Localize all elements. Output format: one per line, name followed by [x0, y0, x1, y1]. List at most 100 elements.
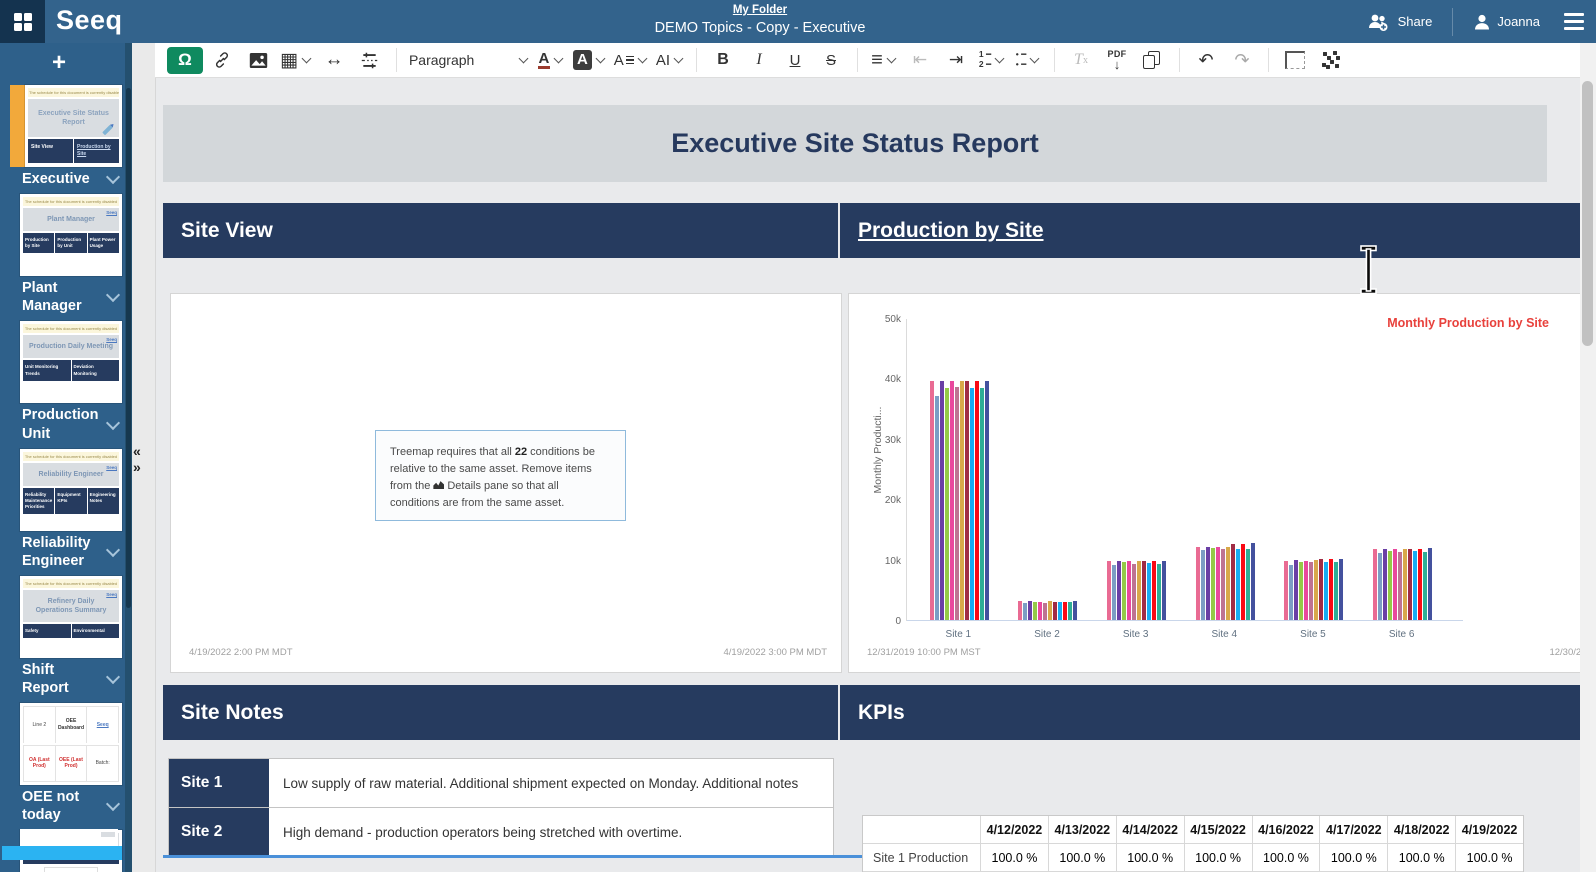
chevron-down-icon[interactable]	[106, 543, 120, 557]
bar-feb[interactable]	[1023, 603, 1027, 621]
bar-jun[interactable]	[1398, 552, 1402, 621]
document-canvas[interactable]: Executive Site Status Report Site View P…	[155, 78, 1580, 872]
bar-sep[interactable]	[1147, 563, 1151, 621]
bar-mar[interactable]	[1294, 560, 1298, 621]
pdf-export-button[interactable]: PDF	[1100, 46, 1134, 74]
bar-jun[interactable]	[955, 387, 959, 621]
bar-jan[interactable]	[930, 381, 934, 621]
bar-may[interactable]	[1127, 561, 1131, 621]
section-header-site-view[interactable]: Site View	[163, 203, 838, 258]
production-by-site-link[interactable]: Production by Site	[858, 219, 1044, 243]
border-style-button[interactable]	[1278, 46, 1312, 74]
bar-nov[interactable]	[1334, 562, 1338, 621]
bar-apr[interactable]	[1211, 548, 1215, 621]
share-button[interactable]: Share	[1360, 0, 1439, 43]
copy-document-button[interactable]	[1136, 46, 1170, 74]
bar-aug[interactable]	[965, 381, 969, 621]
sidebar-item-label-row[interactable]: Executive	[22, 170, 120, 188]
page-thumbnail[interactable]: The schedule for this document is curren…	[20, 576, 122, 658]
bar-feb[interactable]	[1201, 550, 1205, 621]
sidebar-item-label-row[interactable]: Reliability Engineer	[22, 534, 120, 570]
chevron-down-icon[interactable]	[106, 415, 120, 429]
bar-dec[interactable]	[1428, 548, 1432, 621]
page-scrollbar[interactable]	[1579, 43, 1596, 872]
kpi-table[interactable]: 4/12/20224/13/20224/14/20224/15/20224/16…	[862, 815, 1524, 872]
app-launcher-button[interactable]	[0, 0, 45, 43]
bar-apr[interactable]	[1122, 562, 1126, 621]
bar-jul[interactable]	[1403, 549, 1407, 621]
site-note-text[interactable]: Low supply of raw material. Additional s…	[269, 759, 833, 807]
sidebar-item-label-row[interactable]: Production Unit	[22, 406, 120, 442]
bar-nov[interactable]	[1068, 602, 1072, 621]
redo-button[interactable]	[1225, 46, 1259, 74]
bar-jul[interactable]	[960, 381, 964, 621]
bar-oct[interactable]	[1329, 559, 1333, 621]
sidebar-item-label-row[interactable]: Plant Manager	[22, 279, 120, 315]
insert-image-button[interactable]	[241, 46, 275, 74]
bar-aug[interactable]	[1408, 549, 1412, 621]
section-header-production-by-site[interactable]: Production by Site	[840, 203, 1580, 258]
sidebar-item-oee-not-today[interactable]: Line 2OEE DashboardSeeqOA (Last Prod)OEE…	[0, 703, 132, 824]
bar-nov[interactable]	[980, 388, 984, 621]
seeq-link[interactable]: Seeq	[106, 465, 117, 471]
full-width-toggle-button[interactable]	[317, 46, 351, 74]
bar-mar[interactable]	[1117, 561, 1121, 621]
bar-nov[interactable]	[1423, 552, 1427, 621]
page-break-button[interactable]	[353, 46, 387, 74]
sidebar-scrollbar[interactable]	[125, 43, 132, 872]
user-menu[interactable]: Joanna	[1467, 0, 1546, 43]
bar-oct[interactable]	[1063, 602, 1067, 621]
bar-nov[interactable]	[1246, 549, 1250, 621]
sidebar-item-reliability-engineer[interactable]: The schedule for this document is curren…	[0, 449, 132, 570]
bar-may[interactable]	[1393, 549, 1397, 621]
bar-apr[interactable]	[1033, 602, 1037, 621]
link-button[interactable]	[205, 46, 239, 74]
bar-nov[interactable]	[1157, 564, 1161, 621]
add-page-button[interactable]: +	[0, 43, 132, 79]
partial-page-thumbnail[interactable]	[20, 829, 118, 846]
font-size-button[interactable]: A	[611, 46, 651, 74]
bar-mar[interactable]	[1028, 601, 1032, 621]
bold-button[interactable]: B	[706, 46, 740, 74]
bullet-list-button[interactable]	[1011, 46, 1045, 74]
insert-seeq-content-button[interactable]	[167, 47, 203, 74]
bar-may[interactable]	[1304, 561, 1308, 621]
bar-jan[interactable]	[1373, 549, 1377, 621]
bar-sep[interactable]	[1413, 551, 1417, 621]
italic-button[interactable]: I	[742, 46, 776, 74]
chevron-down-icon[interactable]	[106, 797, 120, 811]
background-pattern-button[interactable]	[1314, 46, 1348, 74]
sidebar-item-shift-report[interactable]: The schedule for this document is curren…	[0, 576, 132, 697]
bar-oct[interactable]	[1418, 549, 1422, 621]
line-height-button[interactable]: AI	[653, 46, 687, 74]
bar-jul[interactable]	[1226, 547, 1230, 621]
bar-aug[interactable]	[1319, 559, 1323, 621]
page-thumbnail[interactable]: The schedule for this document is curren…	[20, 449, 122, 531]
outdent-button[interactable]	[903, 46, 937, 74]
site-notes-table[interactable]: Site 1Low supply of raw material. Additi…	[168, 758, 834, 857]
bar-apr[interactable]	[945, 388, 949, 621]
bar-dec[interactable]	[1339, 559, 1343, 621]
page-thumbnail[interactable]: The schedule for this document is curren…	[25, 85, 122, 167]
site-note-text[interactable]: High demand - production operators being…	[269, 808, 833, 856]
paragraph-style-dropdown[interactable]: Paragraph	[406, 46, 532, 74]
bar-jan[interactable]	[1196, 547, 1200, 621]
section-header-kpis[interactable]: KPIs	[840, 685, 1580, 740]
page-thumbnail[interactable]: Line 2OEE DashboardSeeqOA (Last Prod)OEE…	[20, 703, 122, 785]
sidebar-item-label-row[interactable]: Shift Report	[22, 661, 120, 697]
hamburger-menu-icon[interactable]	[1560, 9, 1588, 34]
font-background-button[interactable]: A	[570, 46, 609, 74]
bar-feb[interactable]	[1112, 565, 1116, 621]
bar-feb[interactable]	[935, 396, 939, 621]
sidebar-item-plant-manager[interactable]: The schedule for this document is curren…	[0, 194, 132, 315]
production-chart-panel[interactable]: Monthly Production by Site JanFebMarAprM…	[848, 293, 1580, 673]
page-thumbnail[interactable]: The schedule for this document is curren…	[20, 321, 122, 403]
bar-oct[interactable]	[1241, 544, 1245, 621]
chevron-down-icon[interactable]	[106, 670, 120, 684]
seeq-link[interactable]: Seeq	[106, 337, 117, 343]
bar-aug[interactable]	[1142, 561, 1146, 621]
bar-feb[interactable]	[1289, 565, 1293, 621]
bar-sep[interactable]	[1058, 602, 1062, 621]
bar-dec[interactable]	[1251, 543, 1255, 621]
font-color-button[interactable]: A	[534, 46, 568, 74]
